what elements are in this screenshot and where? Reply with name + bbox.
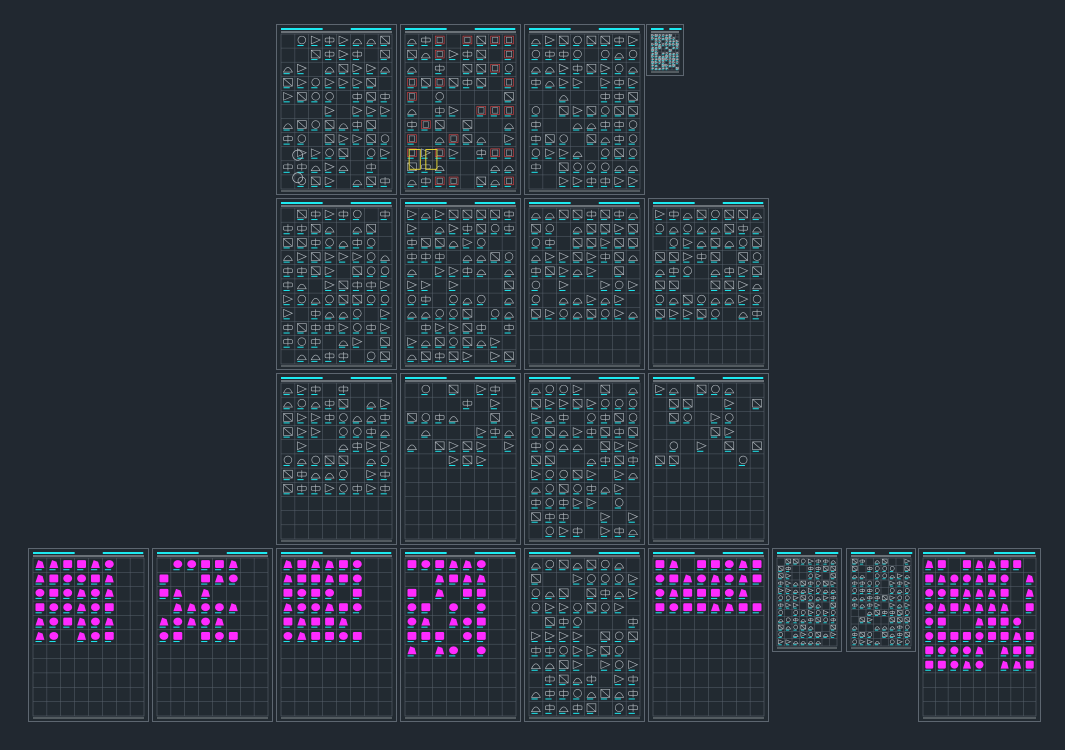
sheet-drawing <box>280 202 393 367</box>
drawing-sheet[interactable] <box>400 198 521 370</box>
sheet-drawing <box>404 202 517 367</box>
sheet-drawing <box>652 202 765 367</box>
cad-model-space[interactable] <box>0 0 1065 750</box>
sheet-drawing <box>528 377 641 542</box>
sheet-drawing <box>650 28 682 73</box>
sheet-drawing <box>280 552 393 719</box>
drawing-sheet[interactable] <box>646 24 684 76</box>
drawing-sheet[interactable] <box>28 548 149 722</box>
sheet-drawing <box>652 552 765 719</box>
drawing-sheet[interactable] <box>152 548 273 722</box>
drawing-sheet[interactable] <box>276 24 397 195</box>
drawing-sheet[interactable] <box>918 548 1041 722</box>
sheet-drawing <box>528 202 641 367</box>
drawing-sheet[interactable] <box>846 548 916 652</box>
drawing-sheet[interactable] <box>648 373 769 545</box>
sheet-drawing <box>404 377 517 542</box>
sheet-drawing <box>32 552 145 719</box>
sheet-drawing <box>528 28 641 192</box>
drawing-sheet[interactable] <box>524 24 645 195</box>
drawing-sheet[interactable] <box>648 198 769 370</box>
sheet-title-block <box>777 552 839 649</box>
drawing-sheet[interactable] <box>276 198 397 370</box>
drawing-sheet[interactable] <box>276 548 397 722</box>
drawing-sheet[interactable] <box>648 548 769 722</box>
sheet-drawing <box>922 552 1037 719</box>
sheet-drawing <box>156 552 269 719</box>
drawing-sheet[interactable] <box>276 373 397 545</box>
drawing-sheet[interactable] <box>400 373 521 545</box>
sheet-drawing <box>404 28 517 192</box>
drawing-sheet[interactable] <box>524 373 645 545</box>
sheet-grid <box>404 382 517 540</box>
sheet-drawing <box>850 552 913 649</box>
sheet-grid <box>528 207 641 365</box>
drawing-sheet[interactable] <box>524 548 645 722</box>
drawing-sheet[interactable] <box>772 548 842 652</box>
sheet-drawing <box>404 552 517 719</box>
sheet-drawing <box>652 377 765 542</box>
drawing-sheet[interactable] <box>524 198 645 370</box>
drawing-sheet[interactable] <box>400 24 521 195</box>
sheet-drawing <box>280 377 393 542</box>
sheet-drawing <box>776 552 839 649</box>
sheet-drawing <box>528 552 641 719</box>
drawing-sheet[interactable] <box>400 548 521 722</box>
sheet-drawing <box>280 28 393 192</box>
